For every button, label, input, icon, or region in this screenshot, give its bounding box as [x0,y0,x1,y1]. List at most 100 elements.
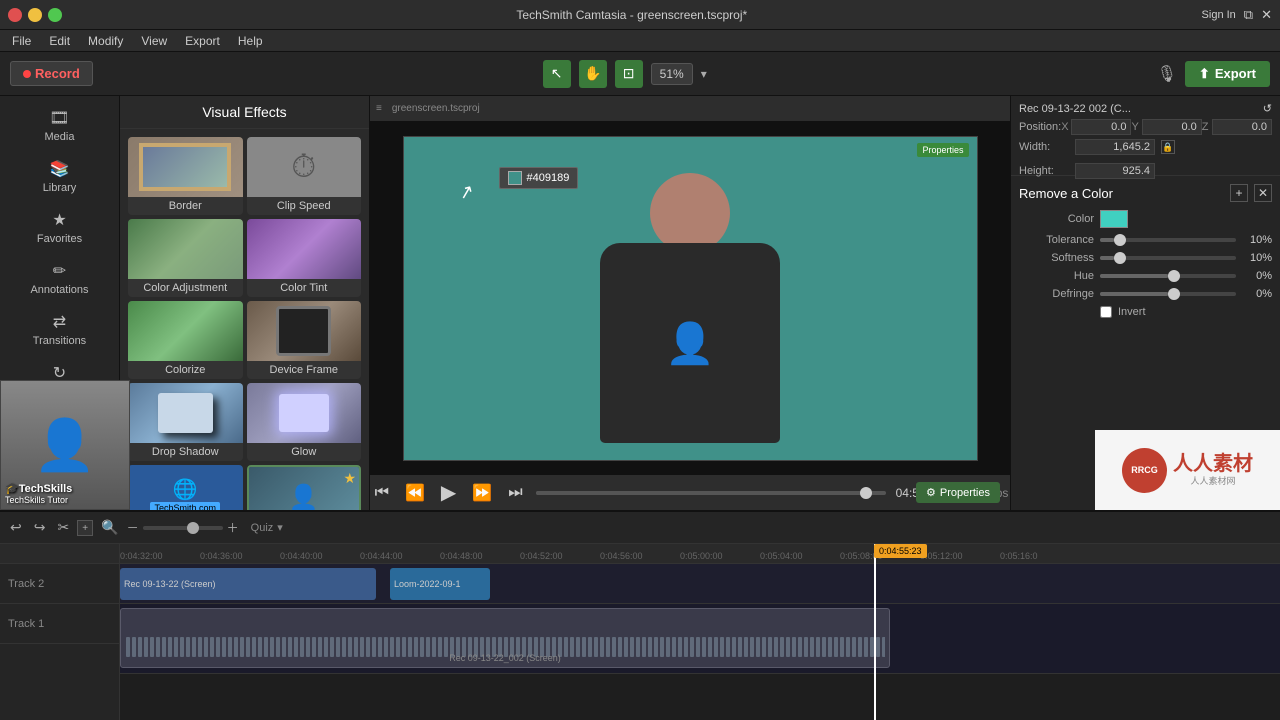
zoom-display[interactable]: 51% [651,63,693,85]
z-position-input[interactable] [1212,119,1272,135]
effect-clip-speed-thumb: ⏱ [247,137,362,197]
play-pause-button[interactable]: ▶ [438,477,459,508]
brand-logo-text: RRCG [1131,465,1158,475]
clip-screen[interactable]: Rec 09-13-22 (Screen) [120,568,376,600]
remove-effect-button[interactable]: ✕ [1254,184,1272,202]
brand-sub-text: 人人素材网 [1173,474,1253,487]
tolerance-slider[interactable] [1100,238,1236,242]
x-position-input[interactable] [1071,119,1131,135]
effect-device-frame[interactable]: Device Frame [247,301,362,379]
menu-view[interactable]: View [133,32,175,50]
record-button[interactable]: Record [10,61,93,86]
titlebar-controls[interactable] [8,8,62,22]
preview-area: ≡ greenscreen.tscproj 👤 [370,96,1010,510]
undo-button[interactable]: ↩ [6,517,26,538]
menu-help[interactable]: Help [230,32,271,50]
restore-icon[interactable]: ⧉ [1244,7,1253,23]
effect-drop-shadow[interactable]: Drop Shadow [128,383,243,461]
techskills-brand: 🎓TechSkills [5,482,72,495]
effect-clip-speed[interactable]: ⏱ Clip Speed [247,137,362,215]
properties-badge[interactable]: Properties [917,143,968,157]
zoom-out-icon[interactable]: － [127,519,139,536]
hand-tool-button[interactable]: ✋ [579,60,607,88]
nav-library[interactable]: 📚 Library [0,151,119,202]
lock-aspect-button[interactable]: 🔒 [1161,140,1175,154]
effect-interactive-hotspot[interactable]: 🌐 TechSmith.com Interactive Hotspot [128,465,243,510]
nav-annotations[interactable]: ✏ Annotations [0,253,119,304]
refresh-icon[interactable]: ↺ [1263,102,1272,115]
window-title: TechSmith Camtasia - greenscreen.tscproj… [62,8,1202,22]
zoom-dropdown-icon[interactable]: ▾ [701,67,707,81]
invert-checkbox[interactable] [1100,306,1112,318]
color-row: Color [1019,210,1272,228]
playhead-bar[interactable] [536,491,886,495]
add-effect-button[interactable]: + [1230,184,1248,202]
menu-edit[interactable]: Edit [41,32,78,50]
effect-color-tint-label: Color Tint [276,279,331,297]
brand-text-container: 人人素材 人人素材网 [1173,454,1253,487]
close-icon[interactable]: ✕ [1261,7,1272,23]
ruler-mark-5: 0:04:52:00 [520,551,563,561]
ruler-mark-0: 0:04:32:00 [120,551,163,561]
zoom-in-icon[interactable]: ＋ [227,519,239,536]
search-button[interactable]: 🔍 [97,517,122,538]
zoom-slider[interactable] [143,526,223,530]
color-picker-popup[interactable]: #409189 [499,167,579,189]
effect-colorize[interactable]: Colorize [128,301,243,379]
color-swatch-picker[interactable] [1100,210,1128,228]
track-1-row: Rec 09-13-22_002 (Screen) [120,604,1280,674]
cut-button[interactable]: ✂ [53,517,73,538]
position-label: Position: [1019,121,1061,133]
invert-row: Invert [1019,306,1272,318]
menu-export[interactable]: Export [177,32,228,50]
defringe-slider[interactable] [1100,292,1236,296]
sign-in-label[interactable]: Sign In [1202,9,1236,21]
step-forward-button[interactable]: ⏩ [469,480,495,506]
add-track-button[interactable]: + [77,520,93,536]
nav-media[interactable]: 🎞 Media [0,100,119,151]
effect-glow-label: Glow [287,443,320,461]
clip-screen-002-label: Rec 09-13-22_002 (Screen) [445,651,565,665]
quiz-dropdown-icon[interactable]: ▾ [277,521,283,534]
effect-border[interactable]: Border [128,137,243,215]
arrow-tool-button[interactable]: ↖ [543,60,571,88]
effect-color-tint[interactable]: Color Tint [247,219,362,297]
step-back-button[interactable]: ⏪ [402,480,428,506]
tolerance-row: Tolerance 10% [1019,234,1272,246]
clip-screen-002[interactable]: Rec 09-13-22_002 (Screen) [120,608,890,668]
preview-file-label: greenscreen.tscproj [392,103,480,114]
tolerance-value: 10% [1242,234,1272,246]
crop-tool-button[interactable]: ⊡ [615,60,643,88]
nav-favorites[interactable]: ★ Favorites [0,202,119,253]
close-button[interactable] [8,8,22,22]
softness-slider[interactable] [1100,256,1236,260]
remove-color-title: Remove a Color + ✕ [1019,184,1272,202]
clip-screen-label: Rec 09-13-22 (Screen) [124,579,216,589]
redo-button[interactable]: ↪ [30,517,50,538]
clip-loom[interactable]: Loom-2022-09-1 [390,568,490,600]
export-button[interactable]: ⬆ Export [1185,61,1270,87]
menu-modify[interactable]: Modify [80,32,131,50]
effects-grid: Border ⏱ Clip Speed Color Adjustment Col… [120,129,369,510]
effect-remove-a-color[interactable]: 👤 ★ Remove a Color [247,465,362,510]
minimize-button[interactable] [28,8,42,22]
track-2-name: Track 2 [8,578,44,590]
menu-file[interactable]: File [4,32,39,50]
effects-panel-title: Visual Effects [120,96,369,129]
hue-slider[interactable] [1100,274,1236,278]
maximize-button[interactable] [48,8,62,22]
skip-back-button[interactable]: ⏮ [372,481,392,505]
z-axis-label: Z [1202,121,1212,133]
skip-forward-button[interactable]: ⏭ [505,481,525,505]
track-2-label: Track 2 [0,564,119,604]
width-input[interactable] [1075,139,1155,155]
playhead-position[interactable] [860,487,872,499]
clip-name: Rec 09-13-22 002 (C... ↺ [1019,102,1272,115]
color-prop-label: Color [1019,213,1094,225]
y-position-input[interactable] [1142,119,1202,135]
effect-glow[interactable]: Glow [247,383,362,461]
effect-color-adjustment[interactable]: Color Adjustment [128,219,243,297]
properties-button[interactable]: ⚙ Properties [916,482,1000,503]
nav-transitions[interactable]: ⇄ Transitions [0,304,119,355]
effect-color-adjustment-label: Color Adjustment [139,279,231,297]
